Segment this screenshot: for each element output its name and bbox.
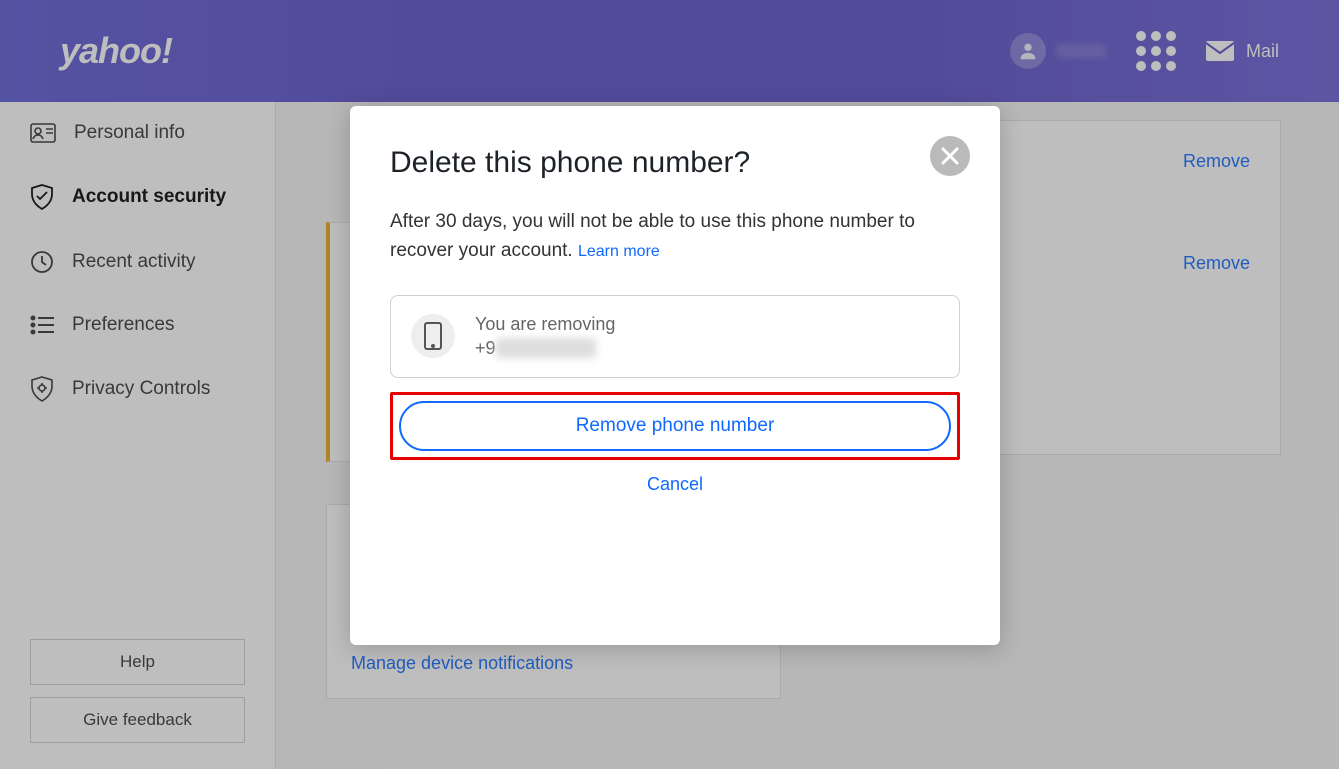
modal-body: After 30 days, you will not be able to u… xyxy=(390,208,960,265)
close-icon xyxy=(940,146,960,166)
highlight-annotation: Remove phone number xyxy=(390,392,960,460)
learn-more-link[interactable]: Learn more xyxy=(578,243,660,260)
removing-text: You are removing +90000000000 xyxy=(475,312,615,361)
phone-icon xyxy=(411,314,455,358)
delete-phone-modal: Delete this phone number? After 30 days,… xyxy=(350,106,1000,645)
remove-phone-number-button[interactable]: Remove phone number xyxy=(399,401,951,451)
close-button[interactable] xyxy=(930,136,970,176)
removing-label: You are removing xyxy=(475,312,615,336)
cancel-link[interactable]: Cancel xyxy=(390,474,960,495)
phone-number: +90000000000 xyxy=(475,336,615,360)
removing-card: You are removing +90000000000 xyxy=(390,295,960,378)
modal-title: Delete this phone number? xyxy=(390,146,960,180)
